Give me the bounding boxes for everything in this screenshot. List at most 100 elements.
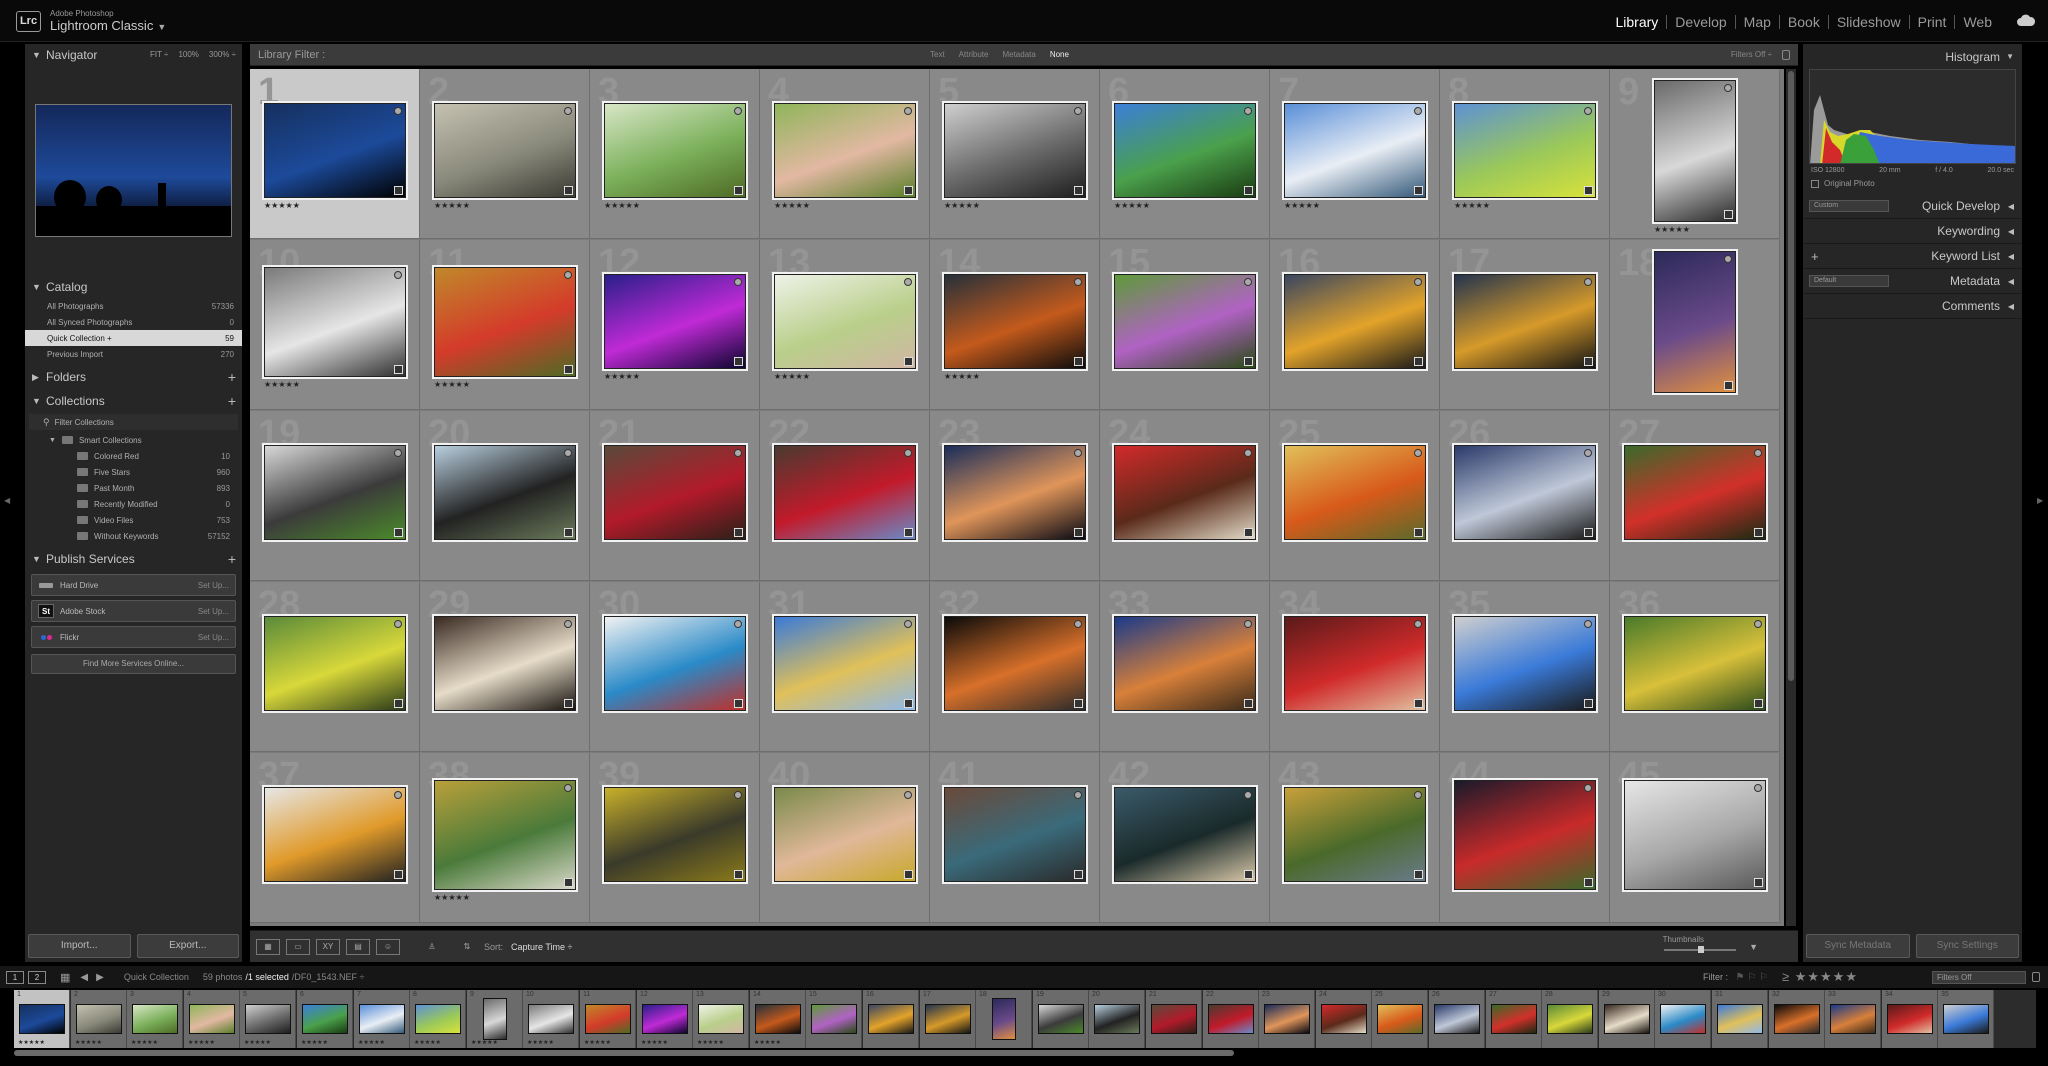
collections-header[interactable]: ▼ Collections + [25,390,242,412]
filmstrip-thumbnail[interactable] [1887,1004,1933,1034]
setup-button[interactable]: Set Up... [198,581,229,590]
collapse-icon[interactable]: ▼ [32,50,46,60]
filmstrip-cell[interactable]: 8 ★★★★★ [410,990,466,1048]
quick-collection-dot-icon[interactable] [564,107,572,115]
module-library[interactable]: Library [1608,14,1667,30]
compare-view-icon[interactable]: XY [316,938,340,955]
smart-collection-item[interactable]: Past Month 893 [25,480,242,496]
people-view-icon[interactable]: ☺ [376,938,400,955]
filmstrip-cell[interactable]: 30 [1655,990,1711,1048]
quick-collection-dot-icon[interactable] [1414,620,1422,628]
collapse-icon[interactable]: ▼ [2006,52,2014,61]
filter-option-attribute[interactable]: Attribute [959,50,989,59]
filmstrip-cell[interactable]: 10 ★★★★★ [523,990,579,1048]
filmstrip-cell[interactable]: 28 [1542,990,1598,1048]
edit-badge-icon[interactable] [1074,699,1083,708]
grid-cell[interactable]: 36 [1610,582,1780,752]
quick-collection-dot-icon[interactable] [394,449,402,457]
star-rating[interactable]: ★★★★★ [944,201,980,210]
filmstrip-thumbnail[interactable] [483,998,507,1040]
filmstrip-thumbnail[interactable] [359,1004,405,1034]
star-rating[interactable]: ★★★★★ [1654,225,1690,234]
forward-arrow-icon[interactable]: ▶ [96,972,104,983]
edit-badge-icon[interactable] [394,699,403,708]
star-rating[interactable]: ★★★★★ [1114,201,1150,210]
survey-view-icon[interactable]: ▤ [346,938,370,955]
edit-badge-icon[interactable] [1754,699,1763,708]
star-rating[interactable]: ★★★★★ [774,372,810,381]
sort-direction-icon[interactable]: ⇅ [454,939,480,955]
photo-thumbnail[interactable] [1654,80,1736,222]
publish-services-header[interactable]: ▼ Publish Services + [25,548,242,570]
edit-badge-icon[interactable] [1074,357,1083,366]
filmstrip-thumbnail[interactable] [1660,1004,1706,1034]
catalog-item[interactable]: All Synced Photographs 0 [25,314,242,330]
zoom-fit[interactable]: FIT ÷ [150,50,168,59]
identity-caret-icon[interactable]: ▼ [157,22,166,32]
quick-collection-dot-icon[interactable] [1724,255,1732,263]
grid-cell[interactable]: 43 [1270,753,1440,923]
add-collection-icon[interactable]: + [228,393,236,409]
add-publish-service-icon[interactable]: + [228,551,236,567]
flag-filter-icon[interactable]: ⚑ ⚐ ⚐ [1736,972,1768,983]
quick-collection-dot-icon[interactable] [1244,107,1252,115]
back-arrow-icon[interactable]: ◀ [80,972,88,983]
quick-collection-dot-icon[interactable] [904,278,912,286]
photo-thumbnail[interactable] [944,274,1086,369]
edit-badge-icon[interactable] [394,365,403,374]
photo-thumbnail[interactable] [1624,616,1766,711]
edit-badge-icon[interactable] [904,699,913,708]
edit-badge-icon[interactable] [734,528,743,537]
navigator-header[interactable]: ▼ Navigator FIT ÷ 100% 300% ÷ [25,44,242,66]
filter-option-metadata[interactable]: Metadata [1002,50,1035,59]
filmstrip-cell[interactable]: 33 [1825,990,1881,1048]
loupe-view-icon[interactable]: ▭ [286,938,310,955]
filmstrip-cell[interactable]: 23 [1259,990,1315,1048]
grid-cell[interactable]: 6 ★★★★★ [1100,69,1270,239]
grid-cell[interactable]: 14 ★★★★★ [930,240,1100,410]
histogram-header[interactable]: Histogram ▼ [1803,44,2022,69]
setup-button[interactable]: Set Up... [198,633,229,642]
filmstrip-cell[interactable]: 17 [920,990,976,1048]
quick-collection-dot-icon[interactable] [1244,620,1252,628]
photo-thumbnail[interactable] [774,274,916,369]
smart-collections-set[interactable]: ▼ Smart Collections [25,432,242,448]
photo-thumbnail[interactable] [264,103,406,198]
quick-collection-dot-icon[interactable] [1754,449,1762,457]
edit-badge-icon[interactable] [394,528,403,537]
photo-thumbnail[interactable] [1114,445,1256,540]
export-button[interactable]: Export... [136,934,239,958]
grid-cell[interactable]: 25 [1270,411,1440,581]
file-name[interactable]: /DF0_1543.NEF ÷ [292,972,364,982]
keywording-header[interactable]: Keywording ◀ [1803,219,2022,244]
edit-badge-icon[interactable] [1244,699,1253,708]
photo-thumbnail[interactable] [434,780,576,890]
left-panel-toggle-icon[interactable]: ◀ [4,496,10,505]
filmstrip-cell[interactable]: 25 [1372,990,1428,1048]
expand-icon[interactable]: ◀ [2008,277,2014,286]
folders-header[interactable]: ▶ Folders + [25,366,242,388]
filmstrip-cell[interactable]: 16 [863,990,919,1048]
quick-collection-dot-icon[interactable] [1074,620,1082,628]
quick-collection-dot-icon[interactable] [1584,449,1592,457]
edit-badge-icon[interactable] [734,699,743,708]
grid-cell[interactable]: 29 [420,582,590,752]
edit-badge-icon[interactable] [1244,528,1253,537]
filmstrip-thumbnail[interactable] [415,1004,461,1034]
quick-collection-dot-icon[interactable] [1754,620,1762,628]
star-rating[interactable]: ★★★★★ [1284,201,1320,210]
filmstrip-cell[interactable]: 26 [1429,990,1485,1048]
photo-thumbnail[interactable] [1284,103,1426,198]
filmstrip-thumbnail[interactable] [642,1004,688,1034]
filmstrip-cell[interactable]: 3 ★★★★★ [127,990,183,1048]
grid-cell[interactable]: 10 ★★★★★ [250,240,420,410]
quick-collection-dot-icon[interactable] [1414,791,1422,799]
photo-thumbnail[interactable] [1284,445,1426,540]
grid-cell[interactable]: 44 [1440,753,1610,923]
star-rating[interactable]: ★★★★★ [604,372,640,381]
expand-icon[interactable]: ◀ [2008,302,2014,311]
window-2-button[interactable]: 2 [28,970,46,984]
filmstrip-thumbnail[interactable] [245,1004,291,1034]
filmstrip-thumbnail[interactable] [1151,1004,1197,1034]
filmstrip-thumbnail[interactable] [76,1004,122,1034]
